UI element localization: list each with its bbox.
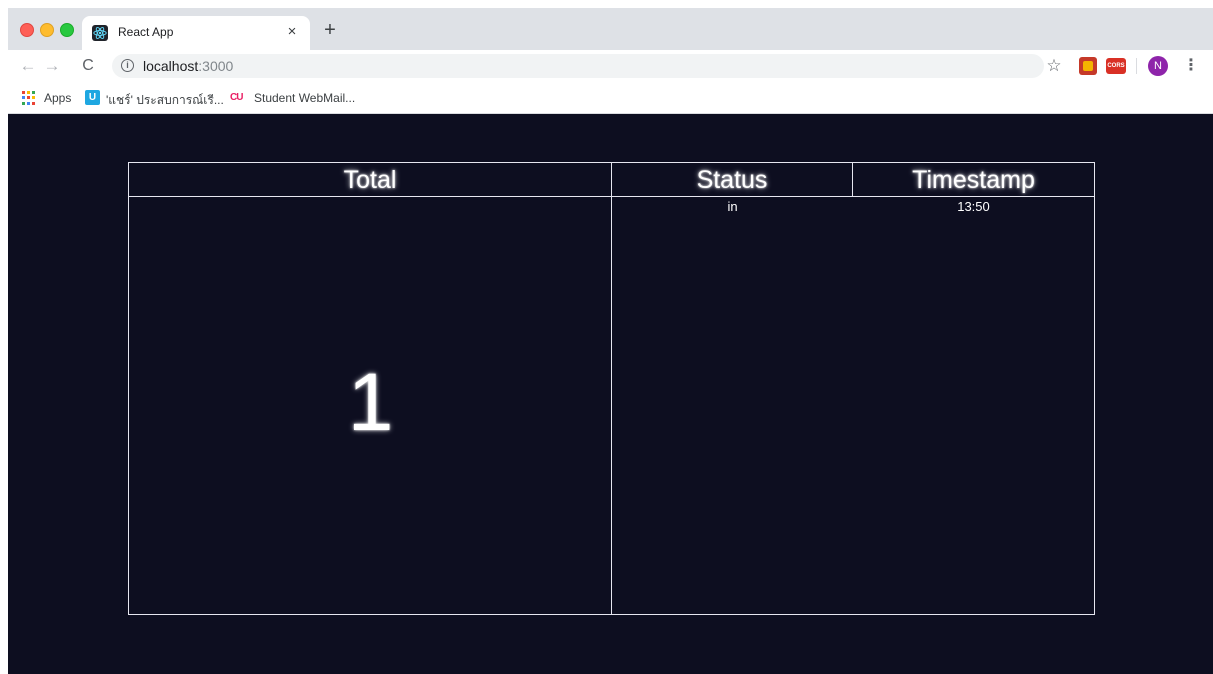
bookmark-student-webmail[interactable]: CU Student WebMail... — [230, 90, 370, 106]
apps-grid-icon — [22, 91, 36, 105]
total-count: 1 — [347, 357, 394, 448]
timestamp-cell: 13:50 — [957, 199, 990, 214]
bookmark-star-icon[interactable]: ☆ — [1044, 56, 1064, 76]
bookmark-apps[interactable]: Apps — [22, 90, 82, 106]
header-timestamp: Timestamp — [853, 163, 1094, 197]
cors-extension-icon[interactable]: CORS — [1106, 58, 1126, 74]
react-logo-icon — [92, 25, 108, 41]
tab-title: React App — [118, 25, 174, 39]
new-tab-button[interactable]: + — [320, 20, 340, 40]
bookmark-label: Apps — [44, 91, 72, 105]
status-cell: in — [727, 199, 738, 214]
address-bar[interactable]: i localhost:3000 — [112, 54, 1044, 78]
browser-toolbar: ← → C i localhost:3000 ☆ CORS N ⋮ — [8, 50, 1213, 82]
bookmark-label: Student WebMail... — [254, 91, 356, 105]
close-window-button[interactable] — [20, 23, 34, 37]
forward-arrow-icon[interactable]: → — [42, 56, 62, 76]
total-cell: 1 — [129, 197, 612, 614]
bookmarks-bar: Apps U 'แชร์' ประสบการณ์เรี... CU Studen… — [8, 82, 1213, 114]
minimize-window-button[interactable] — [40, 23, 54, 37]
reload-icon[interactable]: C — [78, 56, 98, 76]
info-icon[interactable]: i — [121, 59, 134, 72]
tab-strip: React App × + — [8, 8, 1213, 50]
url-text[interactable]: localhost:3000 — [143, 58, 233, 74]
more-menu-icon[interactable]: ⋮ — [1183, 56, 1199, 76]
page-content: Total Status Timestamp 1 in 13:50 — [8, 114, 1213, 674]
data-table: Total Status Timestamp 1 in 13:50 — [128, 162, 1095, 615]
header-total: Total — [129, 163, 612, 197]
maximize-window-button[interactable] — [60, 23, 74, 37]
toolbar-divider — [1136, 58, 1137, 74]
url-host: localhost — [143, 58, 199, 74]
bookmark-u[interactable]: U 'แชร์' ประสบการณ์เรี... — [85, 90, 227, 107]
bookmark-label: 'แชร์' ประสบการณ์เรี... — [106, 93, 224, 107]
close-tab-icon[interactable]: × — [284, 24, 300, 40]
back-arrow-icon[interactable]: ← — [18, 56, 38, 76]
url-port: :3000 — [198, 58, 234, 74]
header-status: Status — [612, 163, 853, 197]
extension-icon[interactable] — [1079, 57, 1097, 75]
browser-window: React App × + ← → C i localhost:3000 ☆ C… — [8, 8, 1213, 674]
u-icon: U — [85, 90, 100, 105]
cu-icon: CU — [230, 92, 243, 103]
profile-avatar[interactable]: N — [1148, 56, 1168, 76]
browser-tab[interactable]: React App × — [82, 16, 310, 50]
